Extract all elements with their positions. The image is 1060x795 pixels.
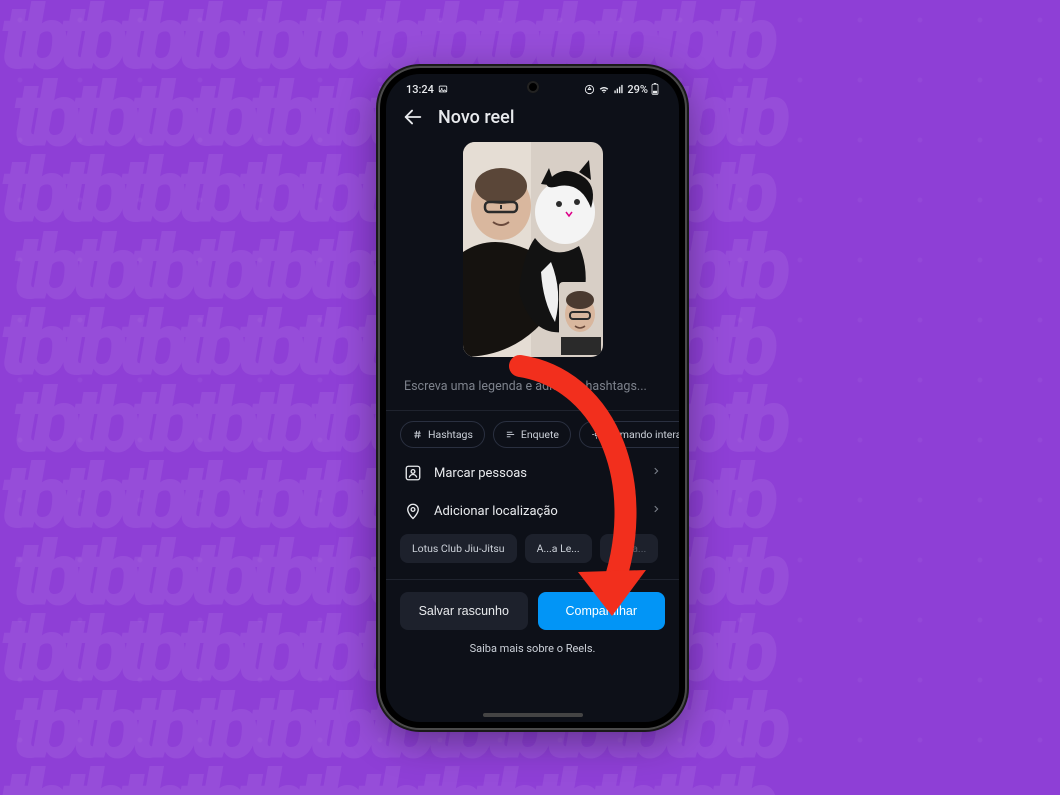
location-chip[interactable]: Tatua... — [600, 534, 659, 563]
nav-handle[interactable] — [483, 713, 583, 717]
page-title: Novo reel — [438, 107, 514, 128]
share-button[interactable]: Compartilhar — [538, 592, 666, 630]
tag-people-icon — [404, 464, 422, 482]
header: Novo reel — [386, 100, 679, 138]
location-chip[interactable]: Lotus Club Jiu-Jitsu — [400, 534, 517, 563]
status-battery-text: 29% — [627, 83, 648, 96]
chevron-right-icon — [651, 464, 661, 482]
chip-interactive[interactable]: Comando interativo — [579, 421, 679, 448]
battery-icon — [651, 83, 659, 95]
location-icon — [404, 502, 422, 520]
row-tag-people[interactable]: Marcar pessoas — [386, 454, 679, 492]
chip-poll[interactable]: Enquete — [493, 421, 571, 448]
chip-hashtags[interactable]: Hashtags — [400, 421, 485, 448]
phone-frame: 13:24 29% — [380, 68, 685, 728]
sparkle-icon — [591, 429, 602, 440]
chevron-right-icon — [651, 502, 661, 520]
app-screen: 13:24 29% — [386, 74, 679, 722]
location-suggestions: Lotus Club Jiu-Jitsu A...a Le... Tatua..… — [386, 530, 679, 577]
chip-hashtags-label: Hashtags — [428, 428, 473, 441]
reel-preview[interactable] — [463, 142, 603, 357]
save-draft-button[interactable]: Salvar rascunho — [400, 592, 528, 630]
cast-icon — [584, 84, 595, 95]
chip-poll-label: Enquete — [521, 428, 559, 441]
status-time: 13:24 — [406, 83, 434, 96]
poll-icon — [505, 429, 516, 440]
hashtag-icon — [412, 429, 423, 440]
row-tag-people-label: Marcar pessoas — [434, 466, 639, 481]
actions-row: Salvar rascunho Compartilhar — [386, 582, 679, 636]
signal-icon — [613, 84, 624, 95]
camera-hole — [527, 81, 539, 93]
location-chip[interactable]: A...a Le... — [525, 534, 592, 563]
wifi-icon — [598, 83, 610, 95]
option-chips-row: Hashtags Enquete Comando interativo — [386, 411, 679, 454]
caption-input[interactable]: Escreva uma legenda e adicione hashtags.… — [386, 369, 679, 411]
learn-more-link[interactable]: Saiba mais sobre o Reels. — [386, 636, 679, 671]
image-sync-icon — [438, 84, 448, 94]
chip-interactive-label: Comando interativo — [607, 428, 679, 441]
row-add-location[interactable]: Adicionar localização — [386, 492, 679, 530]
divider — [386, 579, 679, 580]
row-add-location-label: Adicionar localização — [434, 504, 639, 519]
reel-preview-container — [386, 138, 679, 369]
back-arrow-icon[interactable] — [402, 106, 424, 128]
